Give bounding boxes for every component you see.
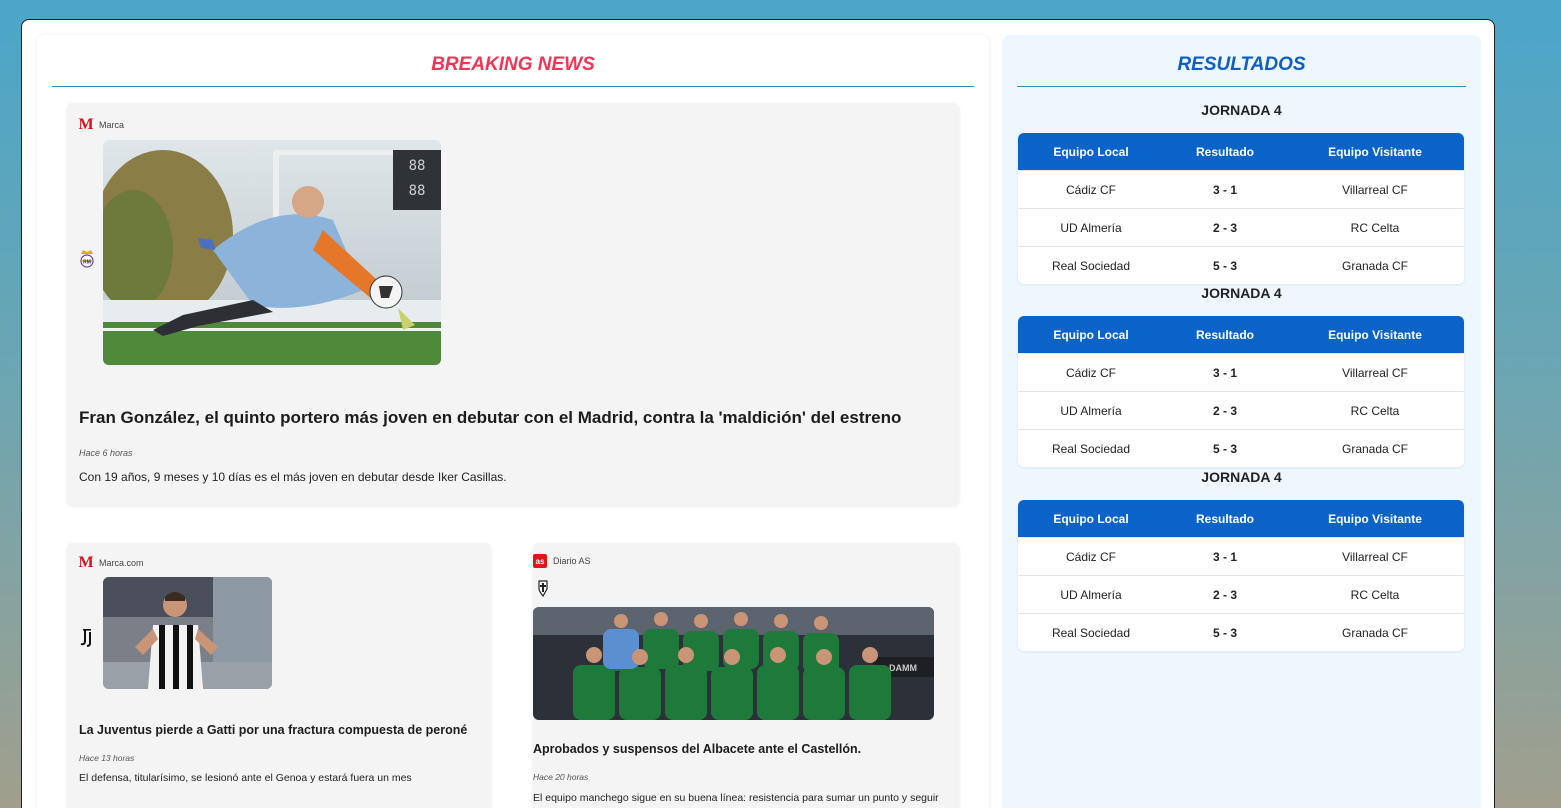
home-team: Real Sociedad: [1051, 625, 1131, 640]
albacete-crest-icon: [535, 578, 551, 598]
match-score: 2 - 3: [1212, 587, 1237, 602]
away-team: RC Celta: [1350, 220, 1400, 235]
header-home-team: Equipo Local: [1053, 511, 1129, 526]
news-card[interactable]: as Diario AS DAMM Aprobados y suspensos …: [533, 543, 959, 808]
header-score: Resultado: [1195, 144, 1254, 159]
match-score: 3 - 1: [1212, 549, 1237, 564]
round-label: JORNADA 4: [1201, 102, 1282, 118]
away-team: Villarreal CF: [1342, 365, 1408, 380]
news-time: Hace 13 horas: [79, 753, 135, 763]
svg-text:88: 88: [409, 183, 426, 199]
news-time: Hace 6 horas: [79, 448, 133, 458]
header-home-team: Equipo Local: [1053, 144, 1129, 159]
results-table-header: Equipo Local Resultado Equipo Visitante: [1018, 500, 1464, 537]
news-source: as Diario AS: [533, 554, 591, 568]
real-madrid-crest-icon: RM: [77, 247, 97, 269]
home-team: UD Almería: [1060, 587, 1122, 602]
match-score: 2 - 3: [1212, 220, 1237, 235]
match-score: 5 - 3: [1212, 441, 1237, 456]
match-score: 5 - 3: [1212, 625, 1237, 640]
match-score: 3 - 1: [1212, 365, 1237, 380]
results-table: Equipo Local Resultado Equipo Visitante …: [1018, 316, 1464, 467]
breaking-news-title: BREAKING NEWS: [52, 49, 974, 87]
news-card[interactable]: M Marca.com La Juventus pierde a Gatti p…: [67, 543, 491, 808]
away-team: Granada CF: [1341, 625, 1409, 640]
svg-text:DAMM: DAMM: [889, 663, 917, 673]
header-score: Resultado: [1195, 327, 1254, 342]
results-table-header: Equipo Local Resultado Equipo Visitante: [1018, 133, 1464, 170]
news-source-label: Diario AS: [553, 556, 591, 566]
home-team: Cádiz CF: [1065, 549, 1116, 564]
news-source: M Marca: [78, 116, 125, 133]
header-away-team: Equipo Visitante: [1328, 327, 1422, 342]
home-team: Real Sociedad: [1051, 258, 1131, 273]
results-table: Equipo Local Resultado Equipo Visitante …: [1018, 500, 1464, 651]
news-image-goalkeeper[interactable]: 88 88: [103, 140, 441, 365]
news-headline[interactable]: Aprobados y suspensos del Albacete ante …: [533, 742, 953, 756]
breaking-news-panel: BREAKING NEWS M Marca RM 88 88 Fran Gonz…: [37, 35, 989, 808]
home-team: UD Almería: [1060, 220, 1122, 235]
news-source-label: Marca.com: [99, 558, 144, 568]
table-row: Real Sociedad 5 - 3 Granada CF: [1018, 429, 1464, 467]
results-title: RESULTADOS: [1017, 49, 1466, 87]
news-headline[interactable]: La Juventus pierde a Gatti por una fract…: [79, 723, 479, 737]
news-summary: El defensa, titularísimo, se lesionó ant…: [79, 772, 412, 784]
home-team: Real Sociedad: [1051, 441, 1131, 456]
match-score: 2 - 3: [1212, 403, 1237, 418]
juventus-crest-icon: [78, 628, 96, 648]
away-team: Granada CF: [1341, 441, 1409, 456]
table-row: UD Almería 2 - 3 RC Celta: [1018, 208, 1464, 246]
table-row: Cádiz CF 3 - 1 Villarreal CF: [1018, 353, 1464, 391]
results-table: Equipo Local Resultado Equipo Visitante …: [1018, 133, 1464, 284]
news-image-albacete-team[interactable]: DAMM: [533, 607, 934, 720]
home-team: Cádiz CF: [1065, 182, 1116, 197]
marca-logo-icon: M: [78, 116, 94, 133]
home-team: Cádiz CF: [1065, 365, 1116, 380]
table-row: Real Sociedad 5 - 3 Granada CF: [1018, 613, 1464, 651]
svg-text:RM: RM: [83, 260, 91, 266]
app-window: BREAKING NEWS M Marca RM 88 88 Fran Gonz…: [21, 19, 1495, 808]
match-score: 3 - 1: [1212, 182, 1237, 197]
away-team: RC Celta: [1350, 587, 1400, 602]
header-score: Resultado: [1195, 511, 1254, 526]
marca-logo-icon: M: [78, 554, 94, 571]
table-row: UD Almería 2 - 3 RC Celta: [1018, 391, 1464, 429]
table-row: UD Almería 2 - 3 RC Celta: [1018, 575, 1464, 613]
news-summary: El equipo manchego sigue en su buena lín…: [533, 792, 939, 804]
news-card-main[interactable]: M Marca RM 88 88 Fran González, el quint…: [67, 103, 959, 505]
away-team: RC Celta: [1350, 403, 1400, 418]
table-row: Cádiz CF 3 - 1 Villarreal CF: [1018, 170, 1464, 208]
round-label: JORNADA 4: [1201, 285, 1282, 301]
results-panel: RESULTADOS JORNADA 4 Equipo Local Result…: [1002, 35, 1481, 808]
header-away-team: Equipo Visitante: [1328, 144, 1422, 159]
svg-text:88: 88: [409, 158, 426, 174]
as-logo-icon: as: [533, 554, 547, 568]
table-row: Cádiz CF 3 - 1 Villarreal CF: [1018, 537, 1464, 575]
news-image-juventus[interactable]: [103, 577, 272, 689]
results-table-header: Equipo Local Resultado Equipo Visitante: [1018, 316, 1464, 353]
away-team: Villarreal CF: [1342, 549, 1408, 564]
round-label: JORNADA 4: [1201, 469, 1282, 485]
home-team: UD Almería: [1060, 403, 1122, 418]
news-source: M Marca.com: [78, 554, 144, 571]
header-home-team: Equipo Local: [1053, 327, 1129, 342]
away-team: Villarreal CF: [1342, 182, 1408, 197]
table-row: Real Sociedad 5 - 3 Granada CF: [1018, 246, 1464, 284]
news-time: Hace 20 horas: [533, 772, 589, 782]
news-summary: Con 19 años, 9 meses y 10 días es el más…: [79, 470, 507, 484]
header-away-team: Equipo Visitante: [1328, 511, 1422, 526]
match-score: 5 - 3: [1212, 258, 1237, 273]
news-headline[interactable]: Fran González, el quinto portero más jov…: [79, 408, 939, 428]
news-source-label: Marca: [99, 120, 125, 130]
away-team: Granada CF: [1341, 258, 1409, 273]
